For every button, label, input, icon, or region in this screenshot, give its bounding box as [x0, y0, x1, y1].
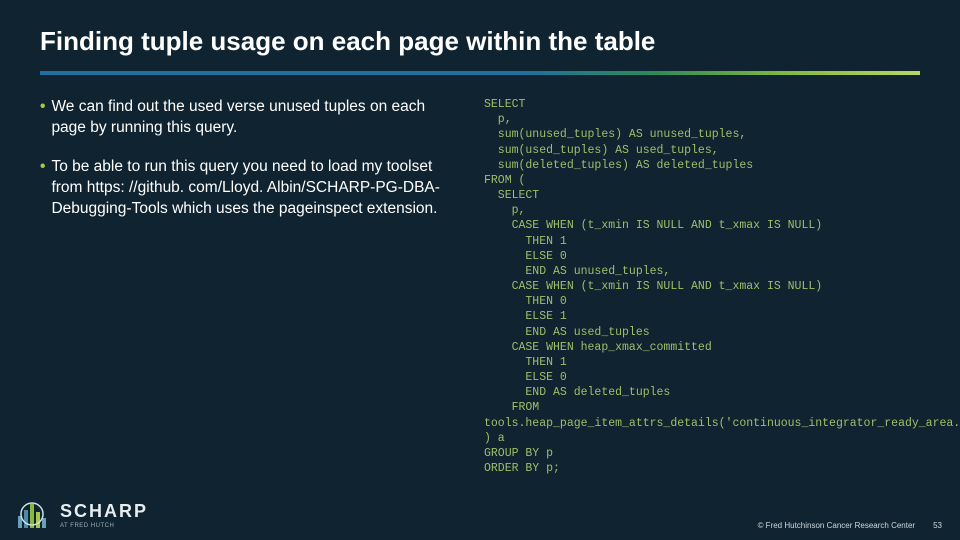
bullet-item: • To be able to run this query you need …: [40, 157, 450, 220]
bullet-text: To be able to run this query you need to…: [51, 157, 450, 220]
slide: Finding tuple usage on each page within …: [0, 0, 960, 476]
logo-subtext: AT FRED HUTCH: [60, 523, 148, 529]
bullet-item: • We can find out the used verse unused …: [40, 97, 450, 139]
code-column: SELECT p, sum(unused_tuples) AS unused_t…: [484, 97, 920, 476]
footer-copyright: © Fred Hutchinson Cancer Research Center: [758, 521, 916, 530]
bullet-dot-icon: •: [40, 157, 45, 220]
brand-logo: SCHARP AT FRED HUTCH: [16, 500, 148, 530]
logo-wordmark: SCHARP: [60, 501, 148, 522]
sql-code-block: SELECT p, sum(unused_tuples) AS unused_t…: [484, 97, 920, 476]
bullet-text: We can find out the used verse unused tu…: [51, 97, 450, 139]
accent-rule: [40, 71, 920, 75]
footer-page-number: 53: [933, 521, 942, 530]
footer: © Fred Hutchinson Cancer Research Center…: [758, 521, 942, 530]
slide-title: Finding tuple usage on each page within …: [40, 26, 920, 57]
bullet-dot-icon: •: [40, 97, 45, 139]
bullet-column: • We can find out the used verse unused …: [40, 97, 450, 476]
logo-mark-icon: [16, 500, 52, 530]
logo-text-wrap: SCHARP AT FRED HUTCH: [60, 501, 148, 529]
content-columns: • We can find out the used verse unused …: [40, 97, 920, 476]
